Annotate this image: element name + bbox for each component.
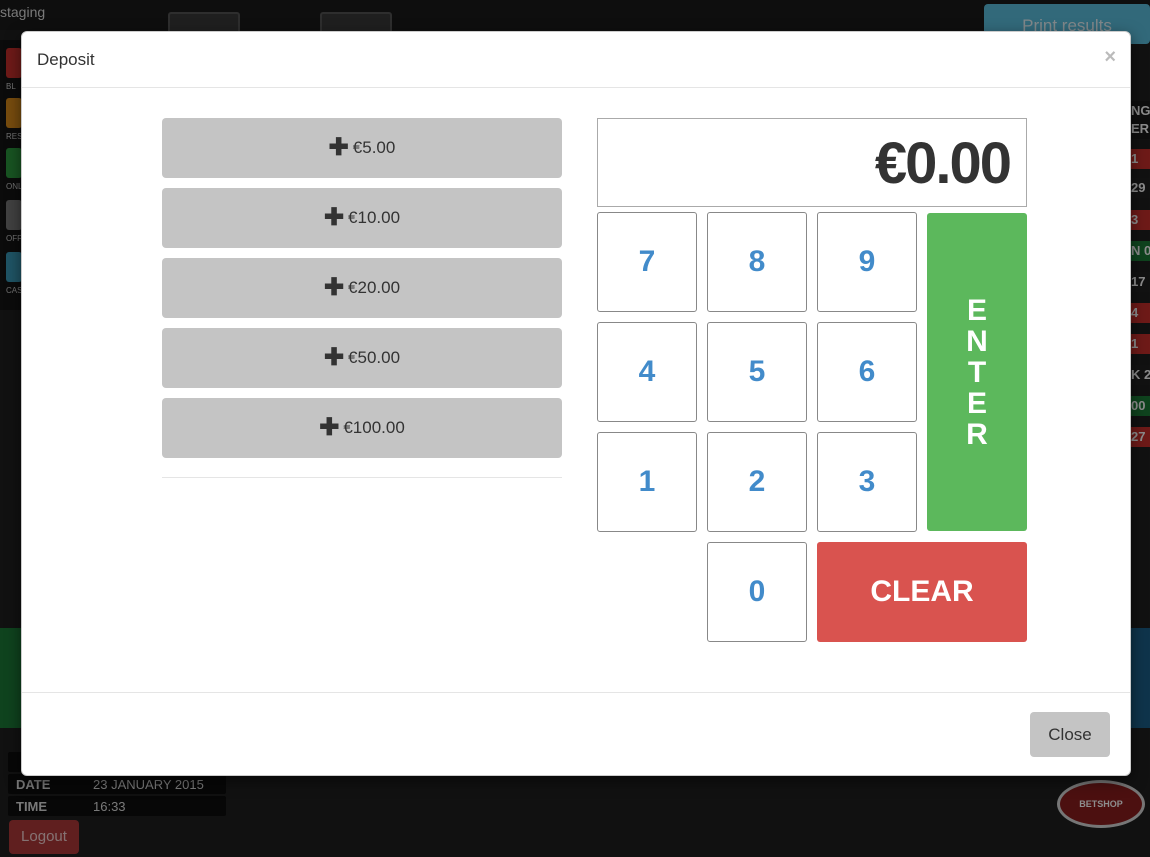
quick-amount-label: €100.00 bbox=[343, 418, 405, 437]
modal-footer: Close bbox=[22, 692, 1130, 777]
key-2[interactable]: 2 bbox=[707, 432, 807, 532]
add-50-button[interactable]: ✚ €50.00 bbox=[162, 328, 562, 388]
add-100-button[interactable]: ✚ €100.00 bbox=[162, 398, 562, 458]
key-5[interactable]: 5 bbox=[707, 322, 807, 422]
close-icon[interactable]: × bbox=[1104, 46, 1116, 69]
key-3[interactable]: 3 bbox=[817, 432, 917, 532]
add-20-button[interactable]: ✚ €20.00 bbox=[162, 258, 562, 318]
plus-icon: ✚ bbox=[323, 204, 345, 231]
divider bbox=[162, 477, 562, 478]
enter-letter: N bbox=[966, 324, 988, 358]
key-8[interactable]: 8 bbox=[707, 212, 807, 312]
clear-button[interactable]: CLEAR bbox=[817, 542, 1027, 642]
plus-icon: ✚ bbox=[323, 344, 345, 371]
quick-amount-label: €5.00 bbox=[352, 138, 396, 157]
modal-header: Deposit × bbox=[22, 32, 1130, 88]
quick-amount-label: €20.00 bbox=[348, 278, 401, 297]
close-button[interactable]: Close bbox=[1030, 712, 1110, 757]
plus-icon: ✚ bbox=[323, 274, 345, 301]
plus-icon: ✚ bbox=[319, 414, 340, 441]
amount-display: €0.00 bbox=[597, 118, 1027, 207]
quick-amount-label: €50.00 bbox=[348, 348, 401, 367]
add-5-button[interactable]: ✚ €5.00 bbox=[162, 118, 562, 178]
add-10-button[interactable]: ✚ €10.00 bbox=[162, 188, 562, 248]
plus-icon: ✚ bbox=[328, 134, 349, 161]
enter-letter: T bbox=[967, 355, 987, 389]
key-4[interactable]: 4 bbox=[597, 322, 697, 422]
deposit-modal: Deposit × ✚ €5.00 ✚ €10.00 ✚ €20.00 ✚ €5… bbox=[21, 31, 1131, 776]
key-9[interactable]: 9 bbox=[817, 212, 917, 312]
key-7[interactable]: 7 bbox=[597, 212, 697, 312]
quick-amount-list: ✚ €5.00 ✚ €10.00 ✚ €20.00 ✚ €50.00 ✚ €10… bbox=[162, 118, 562, 468]
enter-letter: E bbox=[966, 386, 987, 420]
enter-letter: E bbox=[966, 293, 987, 327]
key-0[interactable]: 0 bbox=[707, 542, 807, 642]
enter-letter: R bbox=[966, 417, 988, 451]
key-1[interactable]: 1 bbox=[597, 432, 697, 532]
modal-title: Deposit bbox=[37, 50, 95, 69]
quick-amount-label: €10.00 bbox=[348, 208, 401, 227]
enter-button[interactable]: E N T E R bbox=[927, 213, 1027, 531]
key-6[interactable]: 6 bbox=[817, 322, 917, 422]
